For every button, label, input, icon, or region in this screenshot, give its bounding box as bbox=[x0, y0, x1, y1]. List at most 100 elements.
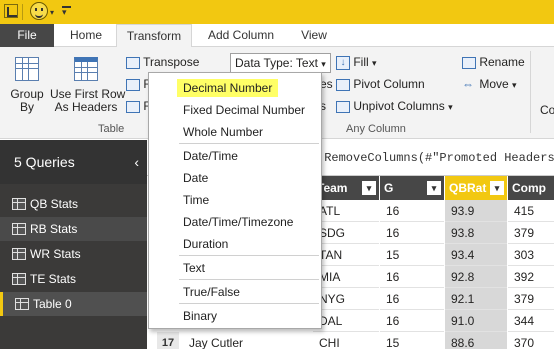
grid-cell-comp[interactable]: 344 bbox=[508, 310, 554, 332]
grid-cell-team[interactable]: ATL bbox=[313, 200, 379, 222]
column-header-label: G bbox=[384, 181, 394, 195]
group-by-button[interactable]: Group By bbox=[6, 57, 48, 114]
tab-file[interactable]: File bbox=[0, 24, 54, 47]
query-item-te-stats[interactable]: TE Stats bbox=[0, 267, 147, 291]
menu-item-decimal-number[interactable]: Decimal Number bbox=[177, 79, 279, 97]
unpivot-columns-icon bbox=[336, 100, 350, 113]
grid-cell-g[interactable]: 16 bbox=[380, 310, 444, 332]
menu-item-true-false[interactable]: True/False bbox=[183, 285, 240, 299]
fill-down-icon: ↓ bbox=[336, 55, 350, 70]
grid-cell-g[interactable]: 15 bbox=[380, 244, 444, 266]
grid-cell-team[interactable]: MIA bbox=[313, 266, 379, 288]
collapse-pane-icon[interactable]: ‹ bbox=[134, 140, 139, 184]
column-header-team[interactable]: Team ▾ bbox=[313, 176, 379, 200]
filter-dropdown-icon[interactable]: ▾ bbox=[490, 181, 504, 195]
data-type-dropdown[interactable]: Data Type: Text ▾ bbox=[230, 53, 331, 73]
column-header-g[interactable]: G ▾ bbox=[380, 176, 444, 200]
menu-separator bbox=[179, 143, 319, 144]
rename-label: Rename bbox=[479, 55, 525, 69]
tab-add-column[interactable]: Add Column bbox=[200, 24, 282, 47]
grid-cell-team[interactable]: DAL bbox=[313, 310, 379, 332]
any-column-group-label: Any Column bbox=[346, 123, 406, 135]
column-header-comp[interactable]: Comp bbox=[508, 176, 554, 200]
query-item-qb-stats[interactable]: QB Stats bbox=[0, 192, 147, 216]
tab-view[interactable]: View bbox=[292, 24, 336, 47]
grid-cell-g[interactable]: 16 bbox=[380, 222, 444, 244]
filter-dropdown-icon[interactable]: ▾ bbox=[427, 181, 441, 195]
table-icon bbox=[12, 223, 26, 235]
formula-text[interactable]: .RemoveColumns(#"Promoted Headers" bbox=[317, 151, 554, 165]
transpose-button[interactable]: Transpose bbox=[126, 55, 199, 69]
column-header-label: Comp bbox=[512, 181, 546, 195]
player-name-cell[interactable]: Jay Cutler bbox=[183, 332, 313, 349]
query-item-table-0[interactable]: Table 0 bbox=[0, 292, 147, 316]
menu-item-duration[interactable]: Duration bbox=[183, 237, 228, 251]
rename-button[interactable]: Rename bbox=[462, 55, 525, 69]
transpose-label: Transpose bbox=[143, 55, 200, 69]
grid-cell-qbrat[interactable]: 91.0 bbox=[445, 310, 507, 332]
queries-header: 5 Queries bbox=[0, 140, 147, 184]
query-item-wr-stats[interactable]: WR Stats bbox=[0, 242, 147, 266]
grid-cell-qbrat[interactable]: 92.1 bbox=[445, 288, 507, 310]
grid-cell-team[interactable]: NYG bbox=[313, 288, 379, 310]
grid-cell-qbrat[interactable]: 93.9 bbox=[445, 200, 507, 222]
pivot-column-label: Pivot Column bbox=[353, 77, 425, 91]
pivot-column-button[interactable]: Pivot Column bbox=[336, 77, 425, 91]
use-first-row-icon bbox=[74, 57, 98, 81]
query-item-label: RB Stats bbox=[30, 222, 78, 236]
smiley-dropdown-icon[interactable]: ▾ bbox=[50, 8, 54, 17]
filter-dropdown-icon[interactable]: ▾ bbox=[362, 181, 376, 195]
move-icon: ⇔ bbox=[462, 77, 474, 91]
use-first-row-button[interactable]: Use First Row As Headers bbox=[50, 57, 125, 114]
grid-cell-comp[interactable]: 415 bbox=[508, 200, 554, 222]
transpose-icon bbox=[126, 56, 140, 69]
tab-home[interactable]: Home bbox=[62, 24, 110, 47]
menu-item-time[interactable]: Time bbox=[183, 193, 209, 207]
menu-item-date-time-timezone[interactable]: Date/Time/Timezone bbox=[183, 215, 293, 229]
grid-cell-qbrat[interactable]: 88.6 bbox=[445, 332, 507, 349]
title-bar: ▾ bbox=[0, 0, 554, 24]
query-item-label: QB Stats bbox=[30, 197, 79, 211]
count-rows-button[interactable]: F bbox=[126, 99, 151, 113]
menu-item-date-time[interactable]: Date/Time bbox=[183, 149, 238, 163]
query-item-rb-stats[interactable]: RB Stats bbox=[0, 217, 147, 241]
grid-cell-g[interactable]: 15 bbox=[380, 332, 444, 349]
menu-separator bbox=[179, 279, 319, 280]
grid-cell-team[interactable]: CHI bbox=[313, 332, 379, 349]
extract-partial-label[interactable]: Co bbox=[540, 103, 554, 117]
menu-item-whole-number[interactable]: Whole Number bbox=[183, 125, 263, 139]
grid-cell-comp[interactable]: 379 bbox=[508, 288, 554, 310]
column-header-qbrat[interactable]: QBRat ▾ bbox=[445, 176, 507, 200]
ribbon-tabs: File Home Transform Add Column View bbox=[0, 24, 554, 48]
menu-item-date[interactable]: Date bbox=[183, 171, 208, 185]
unpivot-chevron-icon: ▾ bbox=[448, 102, 453, 112]
smiley-feedback-icon[interactable] bbox=[30, 2, 48, 20]
grid-cell-comp[interactable]: 370 bbox=[508, 332, 554, 349]
reverse-rows-icon bbox=[126, 78, 140, 91]
menu-item-binary[interactable]: Binary bbox=[183, 309, 217, 323]
grid-cell-comp[interactable]: 379 bbox=[508, 222, 554, 244]
table-group-label: Table bbox=[98, 123, 125, 135]
grid-cell-g[interactable]: 16 bbox=[380, 266, 444, 288]
move-label: Move bbox=[479, 77, 509, 91]
fill-chevron-icon: ▾ bbox=[372, 58, 377, 68]
grid-cell-team[interactable]: TAN bbox=[313, 244, 379, 266]
move-button[interactable]: ⇔ Move ▾ bbox=[462, 77, 517, 91]
menu-item-fixed-decimal-number[interactable]: Fixed Decimal Number bbox=[183, 103, 305, 117]
grid-cell-qbrat[interactable]: 93.8 bbox=[445, 222, 507, 244]
grid-cell-g[interactable]: 16 bbox=[380, 288, 444, 310]
grid-cell-team[interactable]: SDG bbox=[313, 222, 379, 244]
fill-button[interactable]: ↓ Fill ▾ bbox=[336, 55, 377, 70]
tab-transform[interactable]: Transform bbox=[116, 24, 192, 48]
grid-cell-qbrat[interactable]: 93.4 bbox=[445, 244, 507, 266]
unpivot-columns-button[interactable]: Unpivot Columns ▾ bbox=[336, 99, 453, 113]
group-by-label: Group By bbox=[10, 87, 44, 114]
quick-access-dropdown-icon[interactable] bbox=[62, 6, 71, 18]
menu-item-text[interactable]: Text bbox=[183, 261, 205, 275]
grid-cell-g[interactable]: 16 bbox=[380, 200, 444, 222]
data-type-menu: Decimal Number Fixed Decimal Number Whol… bbox=[148, 72, 322, 329]
grid-cell-qbrat[interactable]: 92.8 bbox=[445, 266, 507, 288]
grid-cell-comp[interactable]: 303 bbox=[508, 244, 554, 266]
data-type-label: Data Type: Text bbox=[235, 56, 318, 70]
grid-cell-comp[interactable]: 392 bbox=[508, 266, 554, 288]
